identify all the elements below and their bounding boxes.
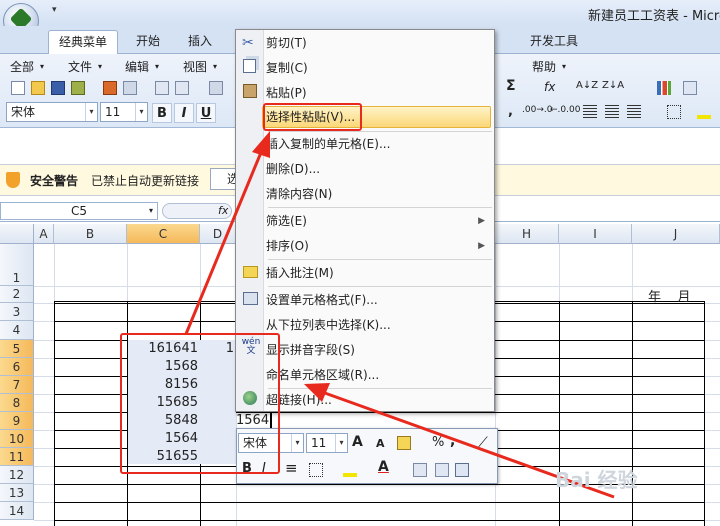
arrow-to-menu-line	[184, 149, 264, 335]
watermark: Bai 经验	[555, 468, 638, 492]
annotation-arrows	[184, 131, 615, 499]
arrow-to-menu-head	[252, 131, 270, 158]
